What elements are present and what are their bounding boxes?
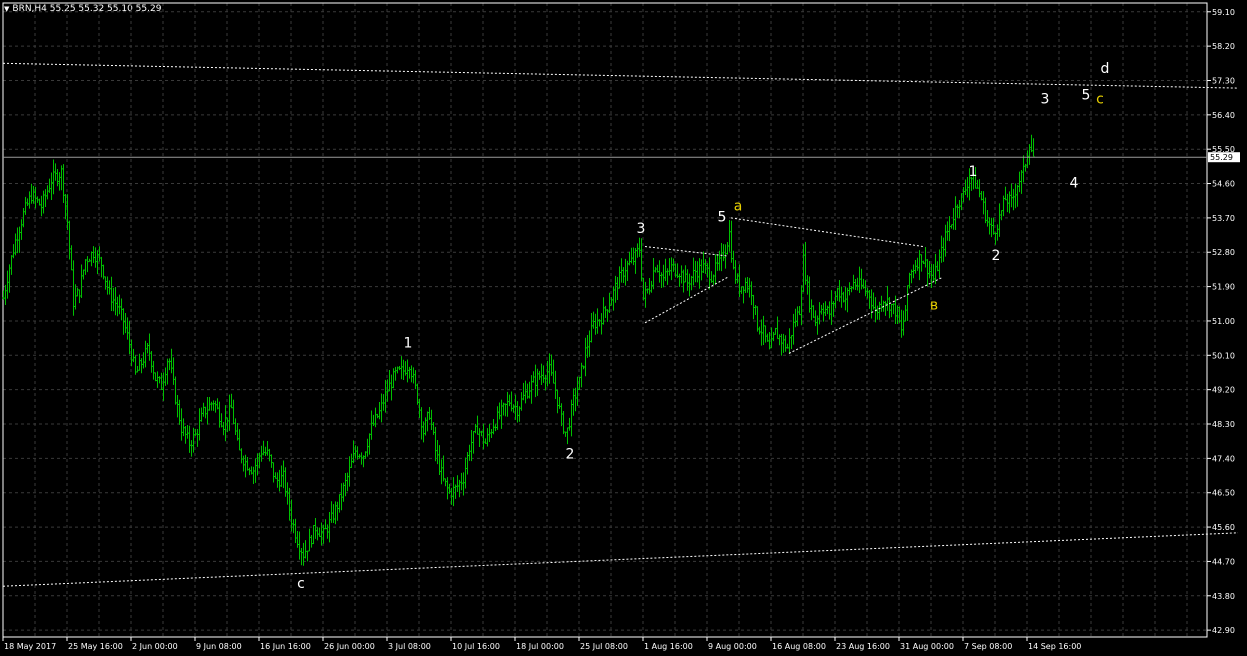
wave-label-5: 5 — [718, 210, 727, 226]
wave-label-в: в — [930, 298, 938, 314]
y-tick-label: 50.10 — [1212, 351, 1235, 360]
x-tick-label: 16 Jun 16:00 — [260, 642, 311, 651]
wave-label-1: 1 — [404, 336, 413, 352]
y-tick-label: 53.70 — [1212, 214, 1235, 223]
y-tick-label: 56.40 — [1212, 111, 1235, 120]
wave-label-c: c — [297, 576, 305, 592]
x-tick-label: 25 May 16:00 — [68, 642, 123, 651]
x-tick-label: 18 Jul 00:00 — [516, 642, 564, 651]
wave-label-d: d — [1101, 61, 1110, 77]
wave-label-2: 2 — [992, 248, 1001, 264]
x-tick-label: 9 Aug 00:00 — [708, 642, 757, 651]
y-tick-label: 59.10 — [1212, 8, 1235, 17]
x-tick-label: 1 Aug 16:00 — [644, 642, 693, 651]
trendline[interactable] — [2, 62, 1239, 89]
y-tick-label: 42.90 — [1212, 626, 1235, 635]
price-chart[interactable]: c1235aв12345 cd59.1058.2057.3056.4055.505… — [0, 0, 1247, 656]
y-tick-label: 51.00 — [1212, 317, 1235, 326]
trendline[interactable] — [2, 532, 1239, 587]
wave-label-4: 4 — [1070, 175, 1079, 191]
y-tick-label: 51.90 — [1212, 283, 1235, 292]
x-tick-label: 10 Jul 16:00 — [452, 642, 500, 651]
wave-label-2: 2 — [566, 446, 575, 462]
wave-label-c: c — [1096, 91, 1104, 107]
x-tick-label: 9 Jun 08:00 — [196, 642, 242, 651]
y-tick-label: 49.20 — [1212, 386, 1235, 395]
y-tick-label: 58.20 — [1212, 42, 1235, 51]
x-tick-label: 7 Sep 08:00 — [964, 642, 1012, 651]
y-tick-label: 52.80 — [1212, 248, 1235, 257]
x-tick-label: 14 Sep 16:00 — [1028, 642, 1081, 651]
x-tick-label: 2 Jun 00:00 — [132, 642, 178, 651]
y-tick-label: 44.70 — [1212, 557, 1235, 566]
x-tick-label: 18 May 2017 — [4, 642, 56, 651]
y-tick-label: 57.30 — [1212, 76, 1235, 85]
x-tick-label: 26 Jun 00:00 — [324, 642, 375, 651]
current-price-label: 55.29 — [1210, 153, 1233, 162]
y-tick-label: 43.80 — [1212, 592, 1235, 601]
y-tick-label: 47.40 — [1212, 454, 1235, 463]
x-tick-label: 25 Jul 08:00 — [580, 642, 628, 651]
x-tick-label: 16 Aug 08:00 — [772, 642, 826, 651]
y-tick-label: 46.50 — [1212, 489, 1235, 498]
wave-label-1: 1 — [969, 164, 978, 180]
wave-label-5: 5 — [1082, 88, 1091, 104]
y-tick-label: 54.60 — [1212, 180, 1235, 189]
wave-label-3: 3 — [1041, 91, 1050, 107]
x-tick-label: 31 Aug 00:00 — [900, 642, 954, 651]
trendline[interactable] — [730, 217, 924, 248]
x-tick-label: 3 Jul 08:00 — [388, 642, 431, 651]
x-tick-label: 23 Aug 16:00 — [836, 642, 890, 651]
wave-label-a: a — [734, 198, 743, 214]
y-tick-label: 45.60 — [1212, 523, 1235, 532]
wave-label-3: 3 — [637, 221, 646, 237]
trendline[interactable] — [644, 276, 729, 324]
y-tick-label: 48.30 — [1212, 420, 1235, 429]
